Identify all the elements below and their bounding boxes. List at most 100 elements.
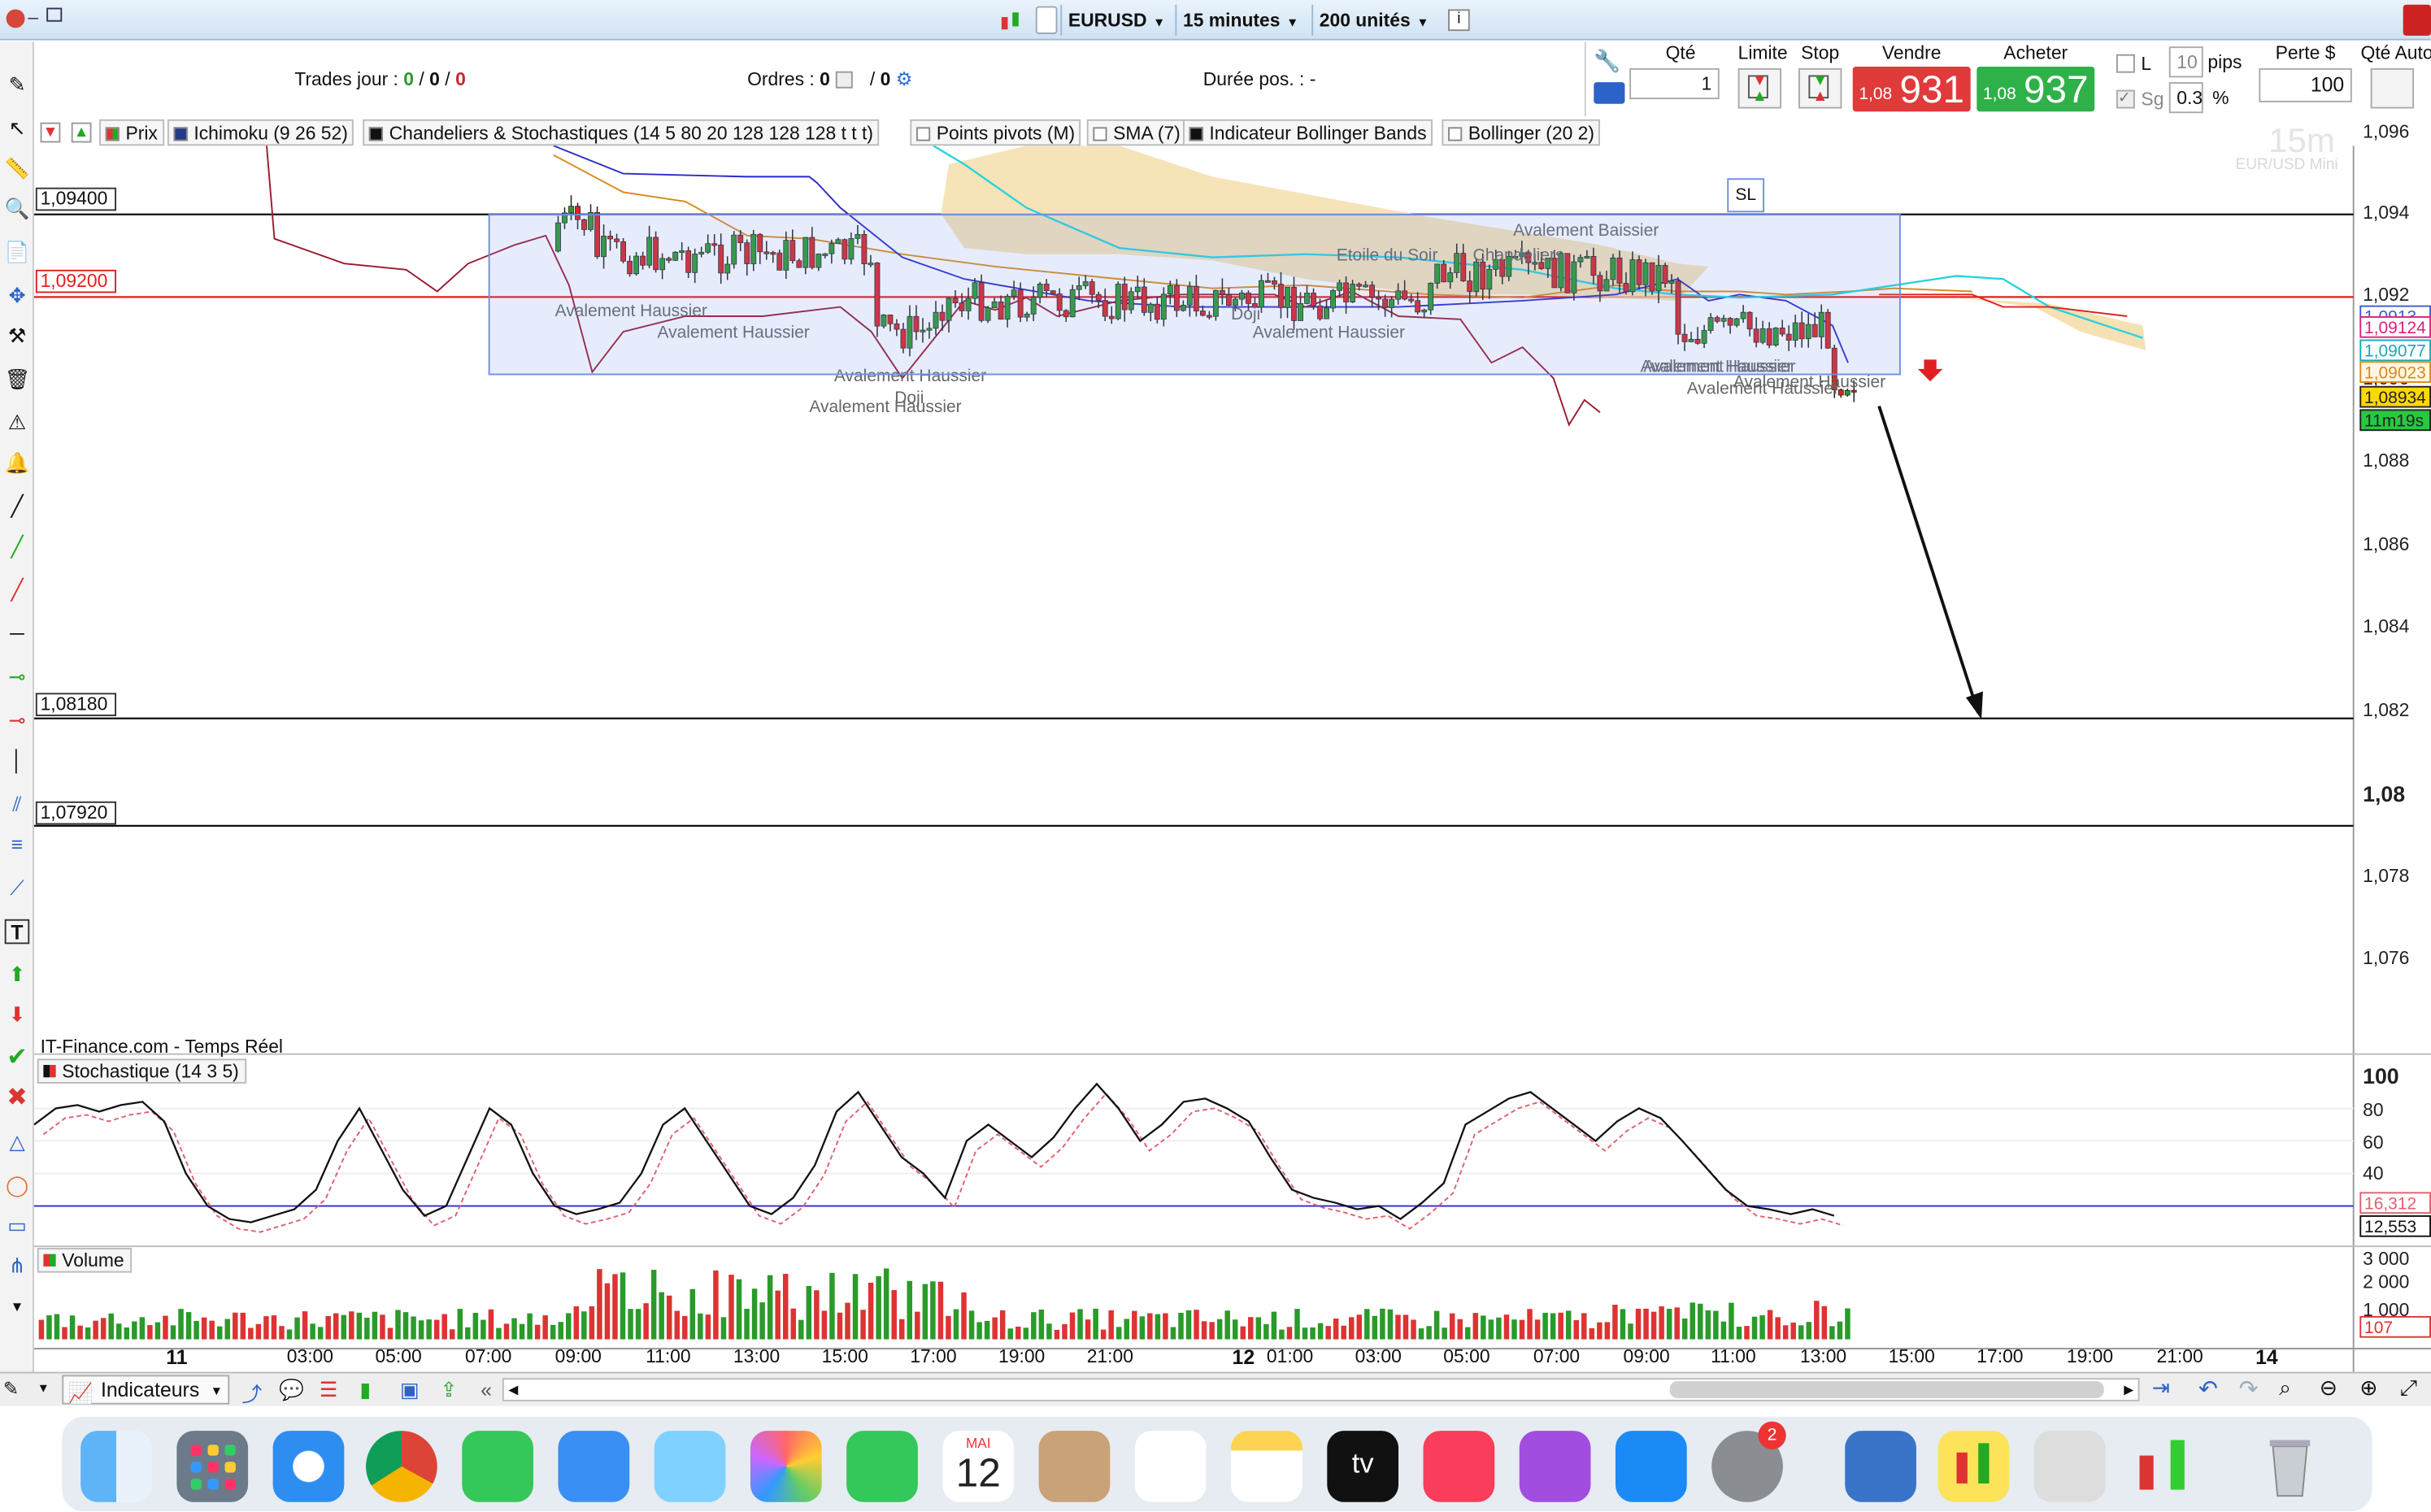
notes-icon[interactable] bbox=[1231, 1431, 1302, 1502]
scroll-right-icon[interactable]: ▶ bbox=[2120, 1379, 2138, 1400]
stop-loss-tag[interactable]: SL bbox=[1727, 178, 1765, 213]
fan-icon[interactable]: ⟋ bbox=[5, 875, 30, 901]
cancel-orders-icon[interactable] bbox=[835, 72, 853, 89]
redo-icon[interactable]: ↷ bbox=[2239, 1375, 2259, 1402]
red-line-icon[interactable]: ╱ bbox=[5, 578, 30, 603]
tab-bollinger-indicator[interactable]: Indicateur Bollinger Bands bbox=[1182, 119, 1433, 146]
restore-window-icon[interactable] bbox=[46, 7, 63, 22]
l-checkbox[interactable] bbox=[2116, 54, 2135, 73]
qty-input[interactable]: 1 bbox=[1629, 67, 1720, 100]
system-settings-icon[interactable]: 2 bbox=[1711, 1421, 1786, 1502]
comment-icon[interactable]: 💬 bbox=[279, 1378, 304, 1403]
move-icon[interactable]: ✥ bbox=[5, 284, 30, 309]
buy-button[interactable]: 1,08 937 bbox=[1977, 66, 2095, 112]
line-tool-icon[interactable]: ╱ bbox=[5, 494, 30, 519]
goto-end-icon[interactable]: ⇥ bbox=[2152, 1375, 2170, 1401]
volume-panel-tab[interactable]: Volume bbox=[37, 1248, 133, 1273]
scroll-start-icon[interactable]: « bbox=[481, 1378, 492, 1401]
scrollbar-thumb[interactable] bbox=[1669, 1381, 2104, 1399]
close-window-icon[interactable] bbox=[6, 9, 25, 28]
fullscreen-icon[interactable]: ⤢ bbox=[2400, 1375, 2417, 1401]
finder-icon[interactable] bbox=[80, 1431, 152, 1502]
pips-input[interactable]: 10 bbox=[2168, 46, 2203, 78]
trash-icon[interactable] bbox=[2255, 1431, 2326, 1502]
metatrader-icon[interactable] bbox=[1845, 1431, 1916, 1502]
trash-icon[interactable]: 🗑 bbox=[5, 367, 30, 393]
launchpad-icon[interactable] bbox=[176, 1431, 249, 1502]
pencil-icon[interactable]: ✎ bbox=[5, 73, 30, 98]
facetime-icon[interactable] bbox=[846, 1431, 918, 1502]
vertical-line-icon[interactable]: │ bbox=[5, 749, 30, 774]
check-icon[interactable]: ✔ bbox=[5, 1045, 30, 1071]
tab-points-pivots[interactable]: Points pivots (M) bbox=[910, 119, 1081, 146]
gear-icon[interactable]: ⚙ bbox=[896, 68, 913, 90]
tab-ichimoku[interactable]: Ichimoku (9 26 52) bbox=[167, 119, 354, 146]
messages-icon[interactable] bbox=[462, 1431, 533, 1502]
chart-app-icon[interactable] bbox=[2127, 1431, 2198, 1502]
red-hline-icon[interactable]: ⊸ bbox=[5, 708, 30, 733]
sell-button[interactable]: 1,08 931 bbox=[1852, 66, 1971, 112]
chrome-icon[interactable] bbox=[366, 1431, 437, 1502]
alert-icon[interactable]: ⚠ bbox=[5, 411, 30, 436]
tab-chandeliers-stochastiques[interactable]: Chandeliers & Stochastiques (14 5 80 20 … bbox=[363, 119, 880, 146]
minimize-window-icon[interactable]: – bbox=[28, 7, 38, 28]
more-tools-icon[interactable]: ▼ bbox=[5, 1294, 30, 1319]
tab-sma[interactable]: SMA (7) bbox=[1086, 119, 1187, 146]
mail-icon[interactable] bbox=[558, 1431, 630, 1502]
range-rectangle[interactable] bbox=[488, 214, 1901, 376]
trading-app-icon[interactable] bbox=[1937, 1431, 2010, 1502]
maps-icon[interactable] bbox=[654, 1431, 726, 1502]
tab-prix[interactable]: Prix bbox=[99, 119, 164, 146]
share-icon[interactable]: ⤴ bbox=[241, 1378, 262, 1407]
zoom-in-icon[interactable]: ⊕ bbox=[2359, 1375, 2377, 1401]
candles-icon[interactable]: ▮ bbox=[359, 1378, 371, 1403]
fibonacci-icon[interactable]: ≡ bbox=[5, 832, 30, 858]
limit-order-button[interactable] bbox=[1737, 67, 1782, 109]
photos-icon[interactable] bbox=[750, 1431, 822, 1502]
chart-type-icon[interactable] bbox=[998, 8, 1024, 33]
contacts-icon[interactable] bbox=[1038, 1431, 1111, 1502]
calendar-icon[interactable]: MAI 12 bbox=[942, 1431, 1015, 1502]
undo-icon[interactable]: ↶ bbox=[2198, 1375, 2218, 1402]
document-icon[interactable]: 📄 bbox=[5, 241, 30, 266]
zoom-icon[interactable]: 🔍 bbox=[5, 197, 30, 222]
preview-icon[interactable] bbox=[2033, 1431, 2106, 1502]
apple-tv-icon[interactable]: tv bbox=[1327, 1431, 1399, 1502]
dropdown-arrow-icon[interactable]: ▼ bbox=[37, 1381, 50, 1395]
ruler-icon[interactable]: 📏 bbox=[5, 157, 30, 182]
channel-icon[interactable]: ⫽ bbox=[5, 792, 30, 817]
horizontal-line-icon[interactable]: ─ bbox=[5, 622, 30, 647]
loss-input[interactable]: 100 bbox=[2259, 67, 2352, 102]
export-icon[interactable]: ⇪ bbox=[441, 1378, 458, 1403]
hammer-icon[interactable]: ⚒ bbox=[5, 324, 30, 350]
podcasts-icon[interactable] bbox=[1519, 1431, 1591, 1502]
sg-checkbox[interactable]: ✓ bbox=[2116, 89, 2135, 109]
app-store-icon[interactable] bbox=[1615, 1431, 1687, 1502]
rectangle-icon[interactable]: ▭ bbox=[5, 1214, 30, 1239]
cross-icon[interactable]: ✖ bbox=[5, 1086, 30, 1112]
green-hline-icon[interactable]: ⊸ bbox=[5, 665, 30, 690]
timeframe-select[interactable]: 15 minutes ▼ bbox=[1175, 4, 1304, 36]
horizontal-scrollbar[interactable]: ◀ ▶ bbox=[502, 1378, 2140, 1401]
percent-input[interactable]: 0.3 bbox=[2168, 82, 2203, 114]
pencil-icon[interactable]: ✎ bbox=[3, 1378, 19, 1400]
reminders-icon[interactable] bbox=[1134, 1431, 1207, 1502]
qty-auto-button[interactable] bbox=[2370, 67, 2415, 109]
list-icon[interactable]: ☰ bbox=[320, 1378, 337, 1403]
green-line-icon[interactable]: ╱ bbox=[5, 535, 30, 560]
arrow-up-icon[interactable]: ▲ bbox=[71, 122, 92, 143]
zoom-fit-icon[interactable]: ⌕ bbox=[2279, 1375, 2291, 1401]
symbol-select[interactable]: EURUSD ▼ bbox=[1060, 4, 1172, 36]
arrow-down-icon[interactable]: ▼ bbox=[40, 122, 61, 143]
calculator-icon[interactable] bbox=[1594, 82, 1625, 104]
music-icon[interactable] bbox=[1423, 1431, 1495, 1502]
triangle-icon[interactable]: △ bbox=[5, 1130, 30, 1155]
chart-window-icon[interactable]: ▣ bbox=[400, 1378, 419, 1403]
zoom-out-icon[interactable]: ⊖ bbox=[2320, 1375, 2338, 1401]
cursor-icon[interactable]: ↖ bbox=[5, 116, 30, 141]
pitchfork-icon[interactable]: ⋔ bbox=[5, 1254, 30, 1280]
instrument-info-icon[interactable] bbox=[1035, 6, 1058, 34]
bell-icon[interactable]: 🔔 bbox=[5, 451, 30, 476]
stochastic-panel-tab[interactable]: Stochastique (14 3 5) bbox=[37, 1058, 247, 1084]
tab-bollinger[interactable]: Bollinger (20 2) bbox=[1442, 119, 1601, 146]
